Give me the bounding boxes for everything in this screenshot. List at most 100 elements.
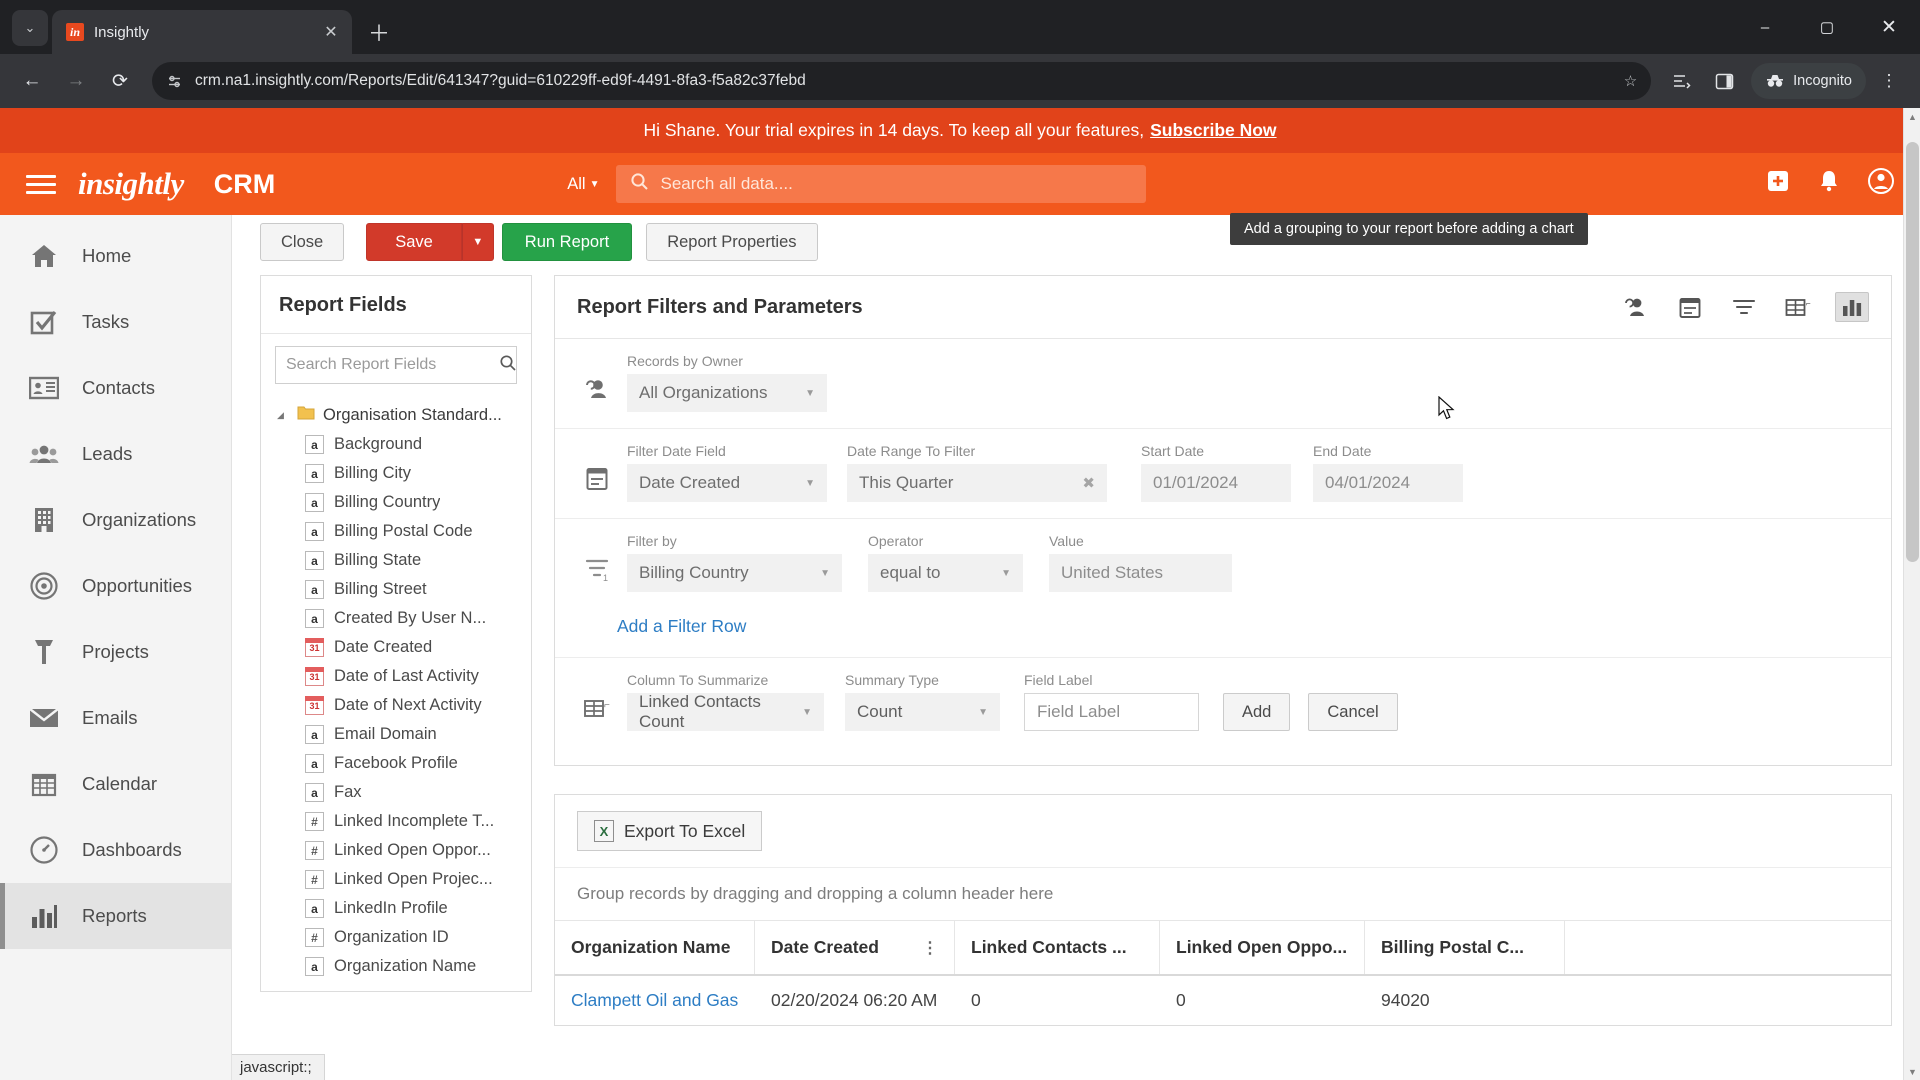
tab-search-button[interactable]: ⌄ bbox=[12, 10, 48, 46]
reading-list-icon[interactable] bbox=[1663, 62, 1701, 100]
sidebar-item-contacts[interactable]: Contacts bbox=[0, 355, 231, 421]
run-report-button[interactable]: Run Report bbox=[501, 223, 633, 261]
chart-icon[interactable] bbox=[1835, 292, 1869, 322]
close-icon[interactable]: ✕ bbox=[320, 21, 342, 43]
bell-icon[interactable] bbox=[1818, 169, 1840, 199]
save-button[interactable]: Save bbox=[366, 223, 462, 261]
page-scrollbar[interactable]: ▲ ▼ bbox=[1903, 108, 1920, 1080]
column-header[interactable]: Date Created ⋮ bbox=[755, 921, 955, 974]
report-field-item[interactable]: a Billing Postal Code bbox=[261, 517, 531, 546]
sidebar-item-leads[interactable]: Leads bbox=[0, 421, 231, 487]
browser-tab[interactable]: in Insightly ✕ bbox=[52, 10, 352, 54]
expand-caret-icon[interactable]: ◢ bbox=[277, 410, 289, 421]
filter-icon[interactable] bbox=[1727, 292, 1761, 322]
user-avatar-icon[interactable] bbox=[1868, 168, 1894, 200]
table-row[interactable]: Clampett Oil and Gas 02/20/2024 06:20 AM 0… bbox=[555, 976, 1891, 1025]
report-field-item[interactable]: a Billing City bbox=[261, 459, 531, 488]
field-group-root[interactable]: ◢ Organisation Standard... bbox=[261, 400, 531, 430]
add-summary-button[interactable]: Add bbox=[1223, 693, 1291, 731]
report-field-item[interactable]: 31 Date Created bbox=[261, 633, 531, 662]
column-header[interactable]: Billing Postal C... bbox=[1365, 921, 1565, 974]
report-field-item[interactable]: a Organization Name bbox=[261, 952, 531, 981]
summary-type-select[interactable]: Count ▼ bbox=[845, 693, 1000, 731]
subscribe-now-link[interactable]: Subscribe Now bbox=[1150, 120, 1276, 141]
report-field-item[interactable]: a Billing State bbox=[261, 546, 531, 575]
global-search-input[interactable]: Search all data.... bbox=[615, 165, 1146, 203]
column-header[interactable]: Linked Open Oppo... bbox=[1160, 921, 1365, 974]
star-icon[interactable]: ☆ bbox=[1624, 72, 1637, 90]
plus-square-icon[interactable] bbox=[1766, 169, 1790, 199]
sidebar-item-dashboards[interactable]: Dashboards bbox=[0, 817, 231, 883]
sidebar-item-emails[interactable]: Emails bbox=[0, 685, 231, 751]
group-drop-hint[interactable]: Group records by dragging and dropping a… bbox=[555, 868, 1891, 921]
summarize-icon[interactable]: ⌐ bbox=[1781, 292, 1815, 322]
column-header[interactable]: Organization Name bbox=[555, 921, 755, 974]
report-field-item[interactable]: a Billing Street bbox=[261, 575, 531, 604]
forward-button[interactable]: → bbox=[56, 61, 96, 101]
window-close-button[interactable]: ✕ bbox=[1858, 0, 1920, 54]
organization-name-link[interactable]: Clampett Oil and Gas bbox=[555, 976, 755, 1025]
cancel-summary-button[interactable]: Cancel bbox=[1308, 693, 1398, 731]
kebab-menu-icon[interactable]: ⋮ bbox=[1870, 62, 1908, 100]
sidebar-item-opportunities[interactable]: Opportunities bbox=[0, 553, 231, 619]
sidebar-item-organizations[interactable]: Organizations bbox=[0, 487, 231, 553]
report-field-item[interactable]: 31 Date of Next Activity bbox=[261, 691, 531, 720]
sidebar-item-tasks[interactable]: Tasks bbox=[0, 289, 231, 355]
records-by-owner-select[interactable]: All Organizations ▼ bbox=[627, 374, 827, 412]
report-field-item[interactable]: a Created By User N... bbox=[261, 604, 531, 633]
add-filter-row-link[interactable]: Add a Filter Row bbox=[617, 616, 746, 636]
field-label-input[interactable]: Field Label bbox=[1024, 693, 1199, 731]
report-field-item[interactable]: # Linked Incomplete T... bbox=[261, 807, 531, 836]
close-button[interactable]: Close bbox=[260, 223, 345, 261]
back-button[interactable]: ← bbox=[12, 61, 52, 101]
search-report-fields-input[interactable] bbox=[275, 346, 517, 384]
side-panel-icon[interactable] bbox=[1705, 62, 1743, 100]
report-field-item[interactable]: a Email Domain bbox=[261, 720, 531, 749]
report-field-label: Billing Postal Code bbox=[334, 522, 473, 540]
report-field-item[interactable]: a Background bbox=[261, 430, 531, 459]
sidebar-item-calendar[interactable]: Calendar bbox=[0, 751, 231, 817]
report-properties-button[interactable]: Report Properties bbox=[646, 223, 818, 261]
start-date-input[interactable]: 01/01/2024 bbox=[1141, 464, 1291, 502]
search-report-fields-field[interactable] bbox=[286, 356, 493, 374]
column-menu-icon[interactable]: ⋮ bbox=[922, 938, 938, 958]
export-to-excel-button[interactable]: X Export To Excel bbox=[577, 811, 763, 851]
date-filter-icon[interactable] bbox=[1673, 292, 1707, 322]
scroll-up-arrow[interactable]: ▲ bbox=[1904, 108, 1920, 125]
report-field-item[interactable]: # Linked Open Oppor... bbox=[261, 836, 531, 865]
maximize-button[interactable]: ▢ bbox=[1796, 0, 1858, 54]
report-field-item[interactable]: # Organization ID bbox=[261, 923, 531, 952]
scrollbar-thumb[interactable] bbox=[1906, 142, 1919, 562]
report-field-item[interactable]: a Billing Country bbox=[261, 488, 531, 517]
save-dropdown-caret[interactable]: ▼ bbox=[461, 223, 494, 261]
reload-button[interactable]: ⟳ bbox=[100, 61, 140, 101]
sidebar-item-projects[interactable]: Projects bbox=[0, 619, 231, 685]
report-field-item[interactable]: 31 Date of Last Activity bbox=[261, 662, 531, 691]
report-field-item[interactable]: # Linked Open Projec... bbox=[261, 865, 531, 894]
clear-icon[interactable]: ✖ bbox=[1070, 474, 1095, 492]
report-field-item[interactable]: a LinkedIn Profile bbox=[261, 894, 531, 923]
minimize-button[interactable]: – bbox=[1734, 0, 1796, 54]
operator-select[interactable]: equal to ▼ bbox=[868, 554, 1023, 592]
insightly-logo[interactable]: insightly bbox=[78, 166, 184, 202]
menu-toggle-icon[interactable] bbox=[26, 174, 56, 194]
column-to-summarize-select[interactable]: Linked Contacts Count ▼ bbox=[627, 692, 824, 731]
records-by-owner-icon[interactable] bbox=[1619, 292, 1653, 322]
value-input[interactable]: United States bbox=[1049, 554, 1232, 592]
incognito-indicator[interactable]: Incognito bbox=[1751, 63, 1866, 99]
address-bar[interactable]: crm.na1.insightly.com/Reports/Edit/64134… bbox=[152, 62, 1652, 100]
scroll-down-arrow[interactable]: ▼ bbox=[1904, 1063, 1920, 1080]
sidebar-item-home[interactable]: Home bbox=[0, 223, 231, 289]
sidebar-item-reports[interactable]: Reports bbox=[0, 883, 231, 949]
end-date-input[interactable]: 04/01/2024 bbox=[1313, 464, 1463, 502]
report-field-item[interactable]: a Fax bbox=[261, 778, 531, 807]
search-scope-dropdown[interactable]: All ▼ bbox=[557, 175, 609, 194]
search-icon[interactable] bbox=[499, 354, 517, 377]
filter-by-select[interactable]: Billing Country ▼ bbox=[627, 554, 842, 592]
column-header[interactable]: Linked Contacts ... bbox=[955, 921, 1160, 974]
report-field-item[interactable]: a Facebook Profile bbox=[261, 749, 531, 778]
new-tab-button[interactable]: ＋ bbox=[362, 15, 396, 49]
filter-date-field-select[interactable]: Date Created ▼ bbox=[627, 464, 827, 502]
site-settings-icon[interactable] bbox=[166, 73, 183, 90]
date-range-select[interactable]: This Quarter ✖ bbox=[847, 464, 1107, 502]
